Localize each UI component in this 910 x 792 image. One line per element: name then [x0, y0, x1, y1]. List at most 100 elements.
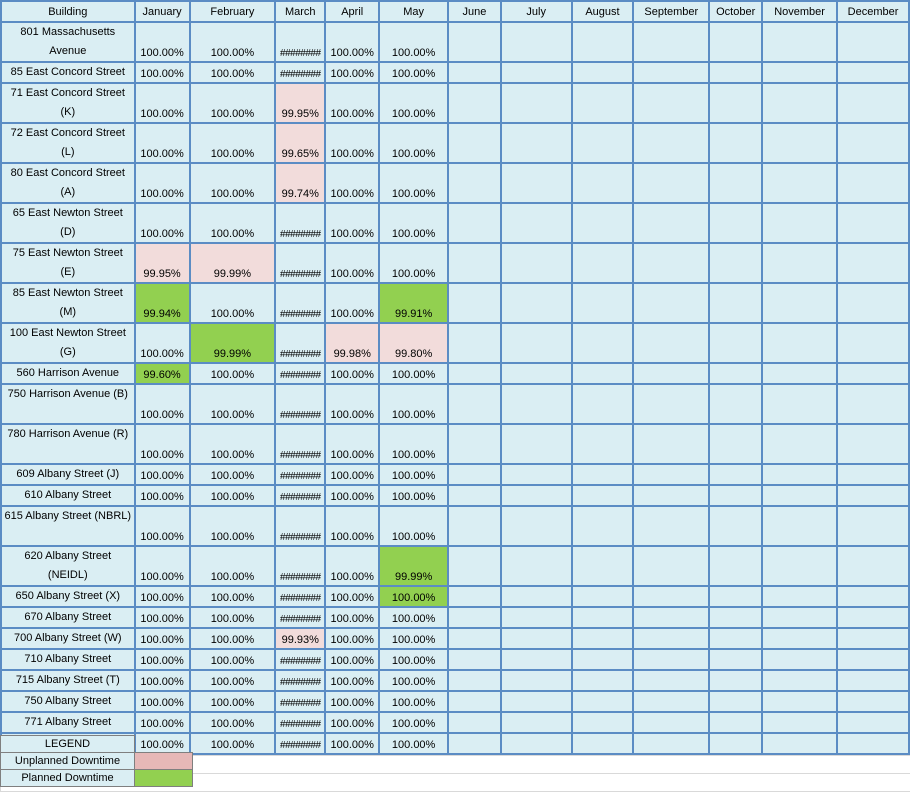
empty-cell[interactable]	[708, 732, 764, 755]
empty-cell[interactable]	[761, 606, 839, 629]
empty-cell[interactable]	[761, 423, 839, 465]
column-header-november[interactable]: November	[761, 0, 839, 23]
uptime-cell[interactable]: ########	[274, 242, 327, 284]
uptime-cell[interactable]: 100.00%	[324, 423, 381, 465]
uptime-cell[interactable]: 100.00%	[188, 423, 277, 465]
empty-cell[interactable]	[708, 585, 764, 608]
empty-cell[interactable]	[499, 505, 573, 547]
empty-cell[interactable]	[708, 690, 764, 713]
building-name-cell[interactable]: 72 East Concord Street (L)	[0, 122, 136, 164]
empty-cell[interactable]	[836, 732, 910, 755]
empty-cell[interactable]	[499, 669, 573, 692]
empty-cell[interactable]	[499, 690, 573, 713]
uptime-cell[interactable]: 99.94%	[133, 282, 191, 324]
empty-cell[interactable]	[632, 648, 711, 671]
uptime-cell[interactable]: ########	[274, 606, 327, 629]
empty-cell[interactable]	[632, 732, 711, 755]
building-name-cell[interactable]: 750 Harrison Avenue (B)	[0, 383, 136, 425]
uptime-cell[interactable]: ########	[274, 383, 327, 425]
uptime-cell[interactable]: ########	[274, 711, 327, 734]
uptime-cell[interactable]: 100.00%	[324, 82, 381, 124]
uptime-cell[interactable]: 100.00%	[188, 463, 277, 486]
empty-cell[interactable]	[632, 242, 711, 284]
empty-cell[interactable]	[708, 82, 764, 124]
empty-cell[interactable]	[836, 362, 910, 385]
empty-cell[interactable]	[761, 162, 839, 204]
uptime-cell[interactable]: ########	[274, 322, 327, 364]
empty-cell[interactable]	[836, 242, 910, 284]
uptime-cell[interactable]: ########	[274, 282, 327, 324]
uptime-cell[interactable]: 100.00%	[133, 383, 191, 425]
uptime-cell[interactable]: 100.00%	[188, 202, 277, 244]
column-header-february[interactable]: February	[188, 0, 277, 23]
uptime-cell[interactable]: 100.00%	[133, 122, 191, 164]
column-header-building[interactable]: Building	[0, 0, 136, 23]
uptime-cell[interactable]: 100.00%	[133, 648, 191, 671]
uptime-cell[interactable]: 100.00%	[324, 585, 381, 608]
uptime-cell[interactable]: 100.00%	[324, 606, 381, 629]
empty-cell[interactable]	[761, 122, 839, 164]
empty-cell[interactable]	[761, 690, 839, 713]
empty-cell[interactable]	[708, 61, 764, 84]
uptime-cell[interactable]: 99.98%	[324, 322, 381, 364]
uptime-cell[interactable]: 100.00%	[378, 202, 450, 244]
uptime-cell[interactable]: 99.80%	[378, 322, 450, 364]
empty-cell[interactable]	[570, 21, 635, 63]
empty-cell[interactable]	[761, 627, 839, 650]
empty-cell[interactable]	[447, 505, 502, 547]
empty-cell[interactable]	[570, 463, 635, 486]
uptime-cell[interactable]: 100.00%	[324, 690, 381, 713]
uptime-cell[interactable]: 100.00%	[324, 484, 381, 507]
empty-cell[interactable]	[447, 362, 502, 385]
building-name-cell[interactable]: 780 Harrison Avenue (R)	[0, 423, 136, 465]
uptime-cell[interactable]: 99.91%	[378, 282, 450, 324]
empty-cell[interactable]	[708, 162, 764, 204]
empty-cell[interactable]	[499, 648, 573, 671]
empty-cell[interactable]	[570, 362, 635, 385]
empty-cell[interactable]	[570, 383, 635, 425]
empty-cell[interactable]	[570, 162, 635, 204]
building-name-cell[interactable]: 75 East Newton Street (E)	[0, 242, 136, 284]
empty-cell[interactable]	[761, 61, 839, 84]
empty-cell[interactable]	[708, 606, 764, 629]
empty-cell[interactable]	[708, 648, 764, 671]
empty-cell[interactable]	[708, 505, 764, 547]
building-name-cell[interactable]: 710 Albany Street	[0, 648, 136, 671]
empty-cell[interactable]	[632, 322, 711, 364]
uptime-cell[interactable]: 100.00%	[133, 606, 191, 629]
building-name-cell[interactable]: 750 Albany Street	[0, 690, 136, 713]
empty-cell[interactable]	[570, 648, 635, 671]
uptime-cell[interactable]: 100.00%	[188, 711, 277, 734]
empty-cell[interactable]	[632, 669, 711, 692]
uptime-cell[interactable]: 100.00%	[133, 202, 191, 244]
uptime-cell[interactable]: 100.00%	[378, 61, 450, 84]
empty-cell[interactable]	[708, 669, 764, 692]
empty-cell[interactable]	[632, 362, 711, 385]
empty-cell[interactable]	[708, 423, 764, 465]
uptime-cell[interactable]: ########	[274, 61, 327, 84]
empty-cell[interactable]	[632, 711, 711, 734]
uptime-cell[interactable]: 100.00%	[324, 202, 381, 244]
uptime-cell[interactable]: 100.00%	[188, 383, 277, 425]
building-name-cell[interactable]: 609 Albany Street (J)	[0, 463, 136, 486]
empty-cell[interactable]	[499, 423, 573, 465]
uptime-cell[interactable]: 100.00%	[378, 162, 450, 204]
empty-cell[interactable]	[632, 505, 711, 547]
empty-cell[interactable]	[570, 606, 635, 629]
uptime-cell[interactable]: 100.00%	[133, 711, 191, 734]
empty-cell[interactable]	[570, 669, 635, 692]
empty-cell[interactable]	[570, 282, 635, 324]
uptime-cell[interactable]: 100.00%	[324, 545, 381, 587]
building-name-cell[interactable]: 650 Albany Street (X)	[0, 585, 136, 608]
empty-cell[interactable]	[632, 21, 711, 63]
building-name-cell[interactable]: 670 Albany Street	[0, 606, 136, 629]
empty-cell[interactable]	[499, 322, 573, 364]
uptime-cell[interactable]: 100.00%	[324, 383, 381, 425]
empty-cell[interactable]	[570, 732, 635, 755]
empty-cell[interactable]	[447, 383, 502, 425]
uptime-cell[interactable]: 100.00%	[378, 669, 450, 692]
empty-cell[interactable]	[836, 423, 910, 465]
uptime-cell[interactable]: 100.00%	[324, 21, 381, 63]
empty-cell[interactable]	[499, 711, 573, 734]
empty-cell[interactable]	[708, 362, 764, 385]
